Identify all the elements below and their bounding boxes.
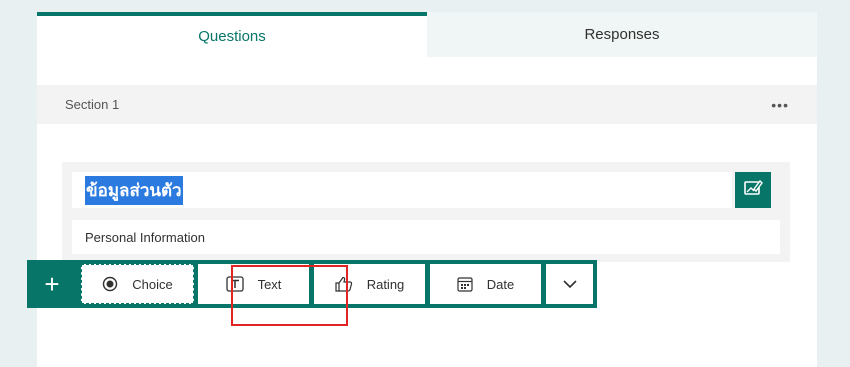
form-description-text: Personal Information <box>85 229 205 245</box>
section-header: Section 1 ••• <box>37 85 817 124</box>
radio-icon <box>102 276 118 292</box>
chevron-down-icon <box>562 277 578 292</box>
more-icon[interactable]: ••• <box>771 97 789 113</box>
calendar-icon <box>457 276 473 292</box>
tab-responses[interactable]: Responses <box>427 12 817 57</box>
form-card: Questions Responses Section 1 ••• ข้อมูล… <box>37 12 817 367</box>
form-title-input[interactable]: ข้อมูลส่วนตัว <box>72 172 732 208</box>
date-button[interactable]: Date <box>430 264 541 304</box>
form-title-text: ข้อมูลส่วนตัว <box>85 175 183 205</box>
tab-questions[interactable]: Questions <box>37 12 427 57</box>
plus-icon: + <box>44 268 60 299</box>
choice-button[interactable]: Choice <box>81 264 194 304</box>
choice-label: Choice <box>132 276 173 292</box>
form-title-box: ข้อมูลส่วนตัว Personal Information <box>62 162 790 262</box>
more-question-types-button[interactable] <box>546 264 593 304</box>
add-question-button[interactable]: + <box>27 260 77 308</box>
rating-label: Rating <box>366 276 405 292</box>
insert-image-button[interactable] <box>735 172 771 208</box>
tab-responses-label: Responses <box>584 26 660 43</box>
text-button-highlight <box>231 265 348 326</box>
image-edit-icon <box>743 178 763 203</box>
tab-bar: Questions Responses <box>37 12 817 57</box>
date-label: Date <box>486 276 515 292</box>
section-label: Section 1 <box>65 97 120 112</box>
tab-questions-label: Questions <box>198 28 266 45</box>
form-description-input[interactable]: Personal Information <box>72 220 780 254</box>
